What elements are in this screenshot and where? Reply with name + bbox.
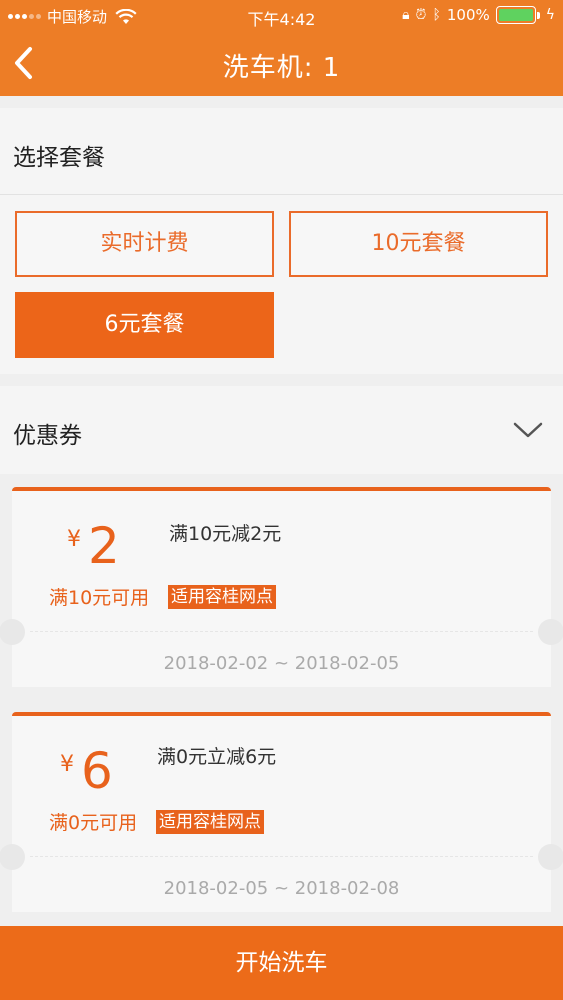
start-wash-button[interactable]: 开始洗车 <box>0 926 563 1000</box>
coupon-store-tag: 适用容桂网点 <box>156 810 264 834</box>
status-bar: 中国移动 下午4:42 🔒︎ ⏰︎ ᛒ 100% ϟ <box>0 0 563 32</box>
battery-percent: 100% <box>446 6 490 24</box>
chevron-down-icon[interactable] <box>513 420 543 440</box>
package-option-6yuan[interactable]: 6元套餐 <box>15 292 274 358</box>
package-section: 选择套餐 实时计费 10元套餐 6元套餐 <box>0 108 563 374</box>
coupon-rule: 满10元减2元 <box>169 523 282 545</box>
alarm-icon: ⏰︎ <box>415 7 427 23</box>
coupon-condition: 满0元可用 <box>49 812 138 834</box>
package-option-realtime[interactable]: 实时计费 <box>15 211 274 277</box>
orientation-lock-icon: 🔒︎ <box>402 7 410 23</box>
coupon-section-title: 优惠券 <box>13 423 82 449</box>
coupon-store-tag: 适用容桂网点 <box>168 585 276 609</box>
coupon-validity: 2018-02-05 ~ 2018-02-08 <box>163 878 400 899</box>
ticket-notch <box>0 844 25 870</box>
coupon-card[interactable]: ¥ 2 满10元减2元 满10元可用 适用容桂网点 2018-02-02 ~ 2… <box>0 487 563 687</box>
divider <box>0 194 563 195</box>
ticket-notch <box>0 619 25 645</box>
coupon-condition: 满10元可用 <box>49 587 150 609</box>
bluetooth-icon: ᛒ <box>432 7 441 23</box>
coupon-validity: 2018-02-02 ~ 2018-02-05 <box>163 653 400 674</box>
charging-icon: ϟ <box>545 7 555 23</box>
page-title: 洗车机: 1 <box>222 53 341 83</box>
package-section-title: 选择套餐 <box>13 145 105 171</box>
currency-symbol: ¥ <box>60 752 74 777</box>
divider <box>30 856 533 857</box>
status-right: 🔒︎ ⏰︎ ᛒ 100% ϟ <box>402 6 555 24</box>
battery-icon <box>495 6 540 24</box>
coupon-amount: 6 <box>81 742 113 800</box>
coupon-card[interactable]: ¥ 6 满0元立减6元 满0元可用 适用容桂网点 2018-02-05 ~ 20… <box>0 712 563 912</box>
coupon-amount: 2 <box>88 517 120 575</box>
divider <box>30 631 533 632</box>
ticket-notch <box>538 844 563 870</box>
ticket-notch <box>538 619 563 645</box>
app-header: 中国移动 下午4:42 🔒︎ ⏰︎ ᛒ 100% ϟ 洗车机: 1 <box>0 0 563 96</box>
package-option-10yuan[interactable]: 10元套餐 <box>289 211 548 277</box>
currency-symbol: ¥ <box>67 527 81 552</box>
coupon-rule: 满0元立减6元 <box>157 746 277 768</box>
coupon-dropdown-header[interactable]: 优惠券 <box>0 386 563 474</box>
